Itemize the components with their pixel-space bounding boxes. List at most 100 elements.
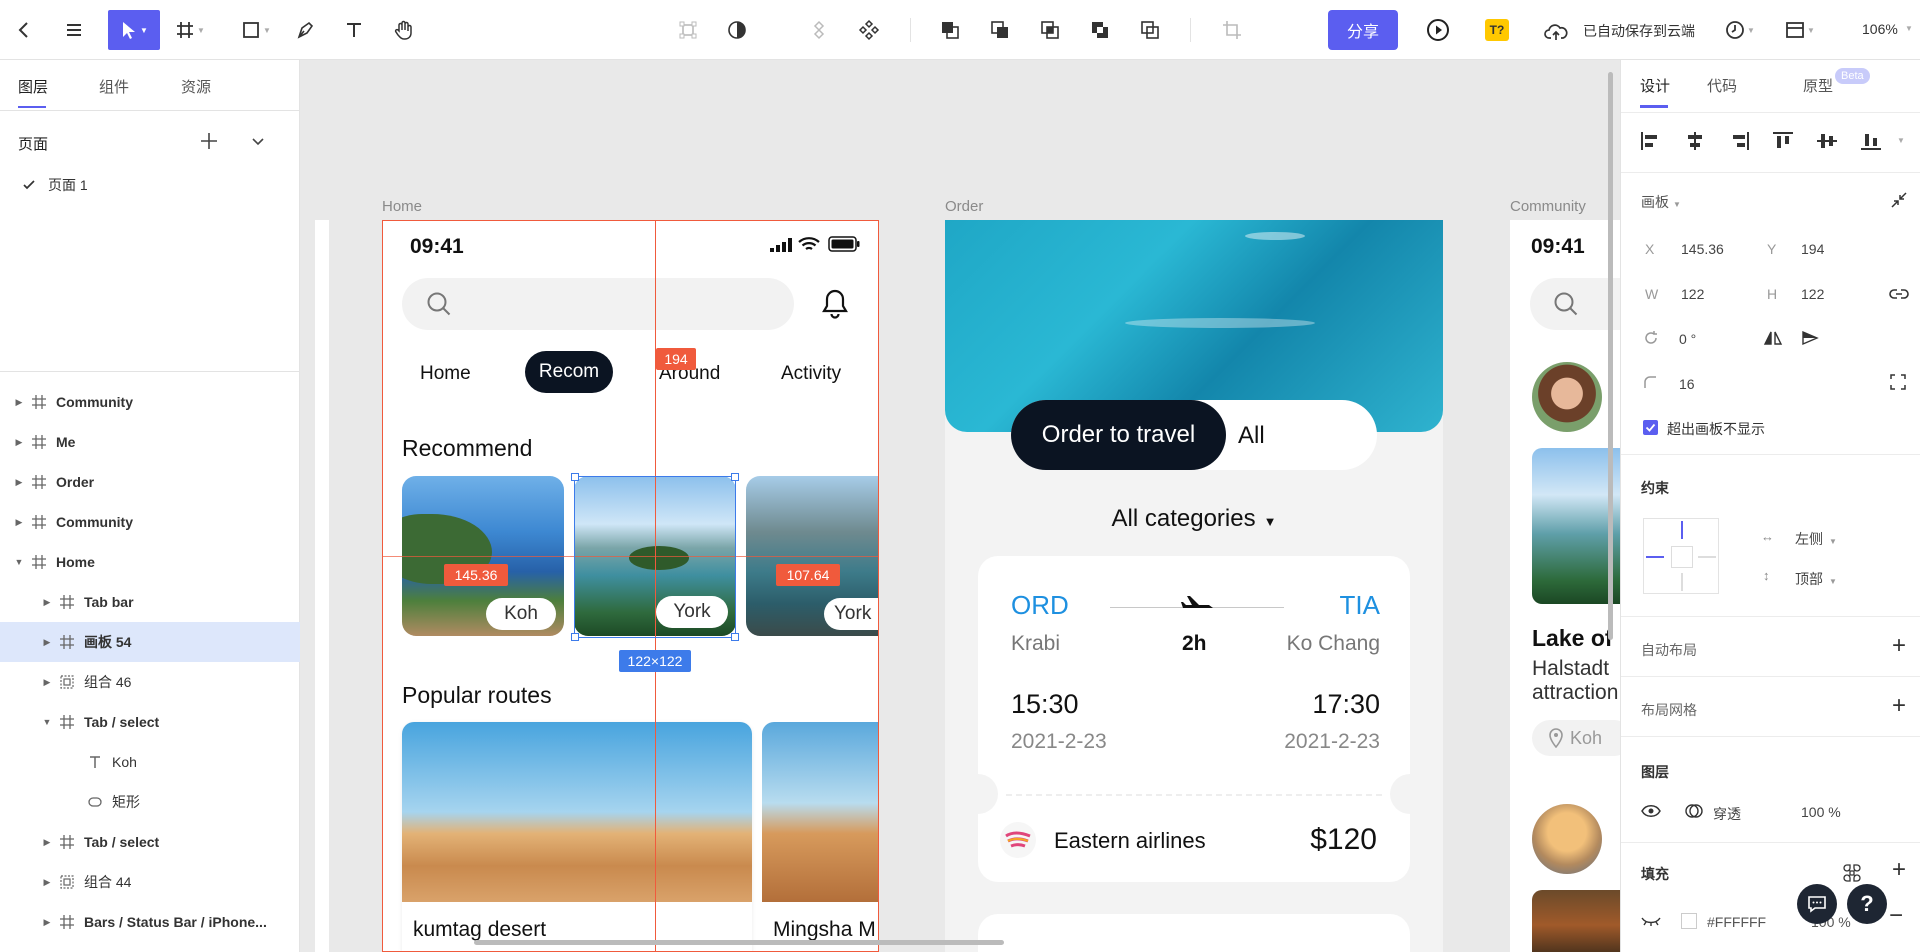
- chevron-right-icon[interactable]: ▶: [12, 517, 26, 528]
- layer-row[interactable]: ▶ Me: [0, 422, 300, 462]
- avatar[interactable]: [1532, 362, 1602, 432]
- search-icon[interactable]: [426, 291, 452, 317]
- ticket-card-next[interactable]: [978, 914, 1410, 952]
- chevron-right-icon[interactable]: ▶: [12, 397, 26, 408]
- fill-hex-input[interactable]: #FFFFFF: [1707, 914, 1766, 930]
- canvas-vertical-scrollbar[interactable]: [1608, 72, 1613, 640]
- location-tag[interactable]: Koh: [1532, 720, 1620, 756]
- chevron-right-icon[interactable]: ▶: [40, 677, 54, 688]
- order-frame[interactable]: Order to travel All All categories ▼ ORD …: [945, 220, 1443, 952]
- layer-row[interactable]: ▶ Community: [0, 502, 300, 542]
- frame-label-home[interactable]: Home: [382, 198, 422, 215]
- layout-panel-icon[interactable]: ▼: [1780, 10, 1820, 50]
- route-card[interactable]: kumtag desert: [402, 722, 752, 952]
- constraints-widget[interactable]: [1643, 518, 1719, 594]
- selected-element-box[interactable]: [571, 473, 739, 641]
- chat-support-button[interactable]: [1797, 884, 1837, 924]
- frame-label-community[interactable]: Community: [1510, 198, 1586, 215]
- independent-corners-icon[interactable]: [1890, 374, 1906, 390]
- rotation-input[interactable]: 0 °: [1679, 331, 1696, 347]
- canvas-horizontal-scrollbar[interactable]: [474, 940, 1004, 945]
- y-input[interactable]: 194: [1801, 241, 1824, 257]
- resize-handle[interactable]: [571, 633, 579, 641]
- pen-tool-button[interactable]: [285, 10, 325, 50]
- remove-fill-icon[interactable]: −: [1889, 902, 1903, 930]
- resize-handle[interactable]: [731, 473, 739, 481]
- help-question-icon[interactable]: ?: [1847, 884, 1887, 924]
- align-bottom-icon[interactable]: [1859, 130, 1883, 152]
- add-auto-layout-icon[interactable]: +: [1892, 632, 1906, 660]
- layer-row[interactable]: ▼ Home: [0, 542, 300, 582]
- missing-font-badge[interactable]: T?: [1485, 19, 1509, 41]
- align-right-icon[interactable]: [1727, 130, 1751, 152]
- exclude-icon[interactable]: [1080, 10, 1120, 50]
- ticket-card[interactable]: ORD TIA Krabi 2h Ko Chang 15:30 17:30 20…: [958, 556, 1430, 882]
- tab-activity[interactable]: Activity: [781, 363, 841, 385]
- layer-row[interactable]: ▶ Tab / select: [0, 822, 300, 862]
- horizontal-constraint-dropdown[interactable]: 左侧 ▼: [1795, 529, 1837, 549]
- chevron-right-icon[interactable]: ▶: [12, 477, 26, 488]
- tab-prototype[interactable]: 原型: [1803, 75, 1833, 96]
- visibility-eye-icon[interactable]: [1641, 804, 1661, 818]
- collapse-pages-icon[interactable]: [250, 133, 266, 149]
- constraint-left[interactable]: [1646, 556, 1664, 558]
- share-button[interactable]: 分享: [1328, 10, 1398, 50]
- resize-handle[interactable]: [731, 633, 739, 641]
- search-icon[interactable]: [1553, 291, 1579, 317]
- style-library-icon[interactable]: [1843, 864, 1861, 882]
- chevron-down-icon[interactable]: ▼: [12, 557, 26, 567]
- subtract-icon[interactable]: [980, 10, 1020, 50]
- menu-icon[interactable]: [54, 10, 94, 50]
- history-icon[interactable]: ▼: [1720, 10, 1760, 50]
- tab-design[interactable]: 设计: [1640, 75, 1670, 96]
- tab-recommend-active[interactable]: Recom: [525, 351, 613, 393]
- chevron-right-icon[interactable]: ▶: [40, 597, 54, 608]
- layer-row[interactable]: ▶ Order: [0, 462, 300, 502]
- constraint-right[interactable]: [1698, 556, 1716, 558]
- union-icon[interactable]: [930, 10, 970, 50]
- tab-code[interactable]: 代码: [1707, 75, 1737, 96]
- mask-icon[interactable]: [717, 10, 757, 50]
- chevron-right-icon[interactable]: ▶: [12, 437, 26, 448]
- layer-row[interactable]: ▶ Community: [0, 382, 300, 422]
- move-tool-button[interactable]: ▼: [108, 10, 160, 50]
- flip-horizontal-icon[interactable]: [1763, 330, 1783, 346]
- frame-selection-icon[interactable]: [668, 10, 708, 50]
- layer-row[interactable]: ▼ Tab / select: [0, 702, 300, 742]
- add-layout-grid-icon[interactable]: +: [1892, 692, 1906, 720]
- fill-color-swatch[interactable]: [1681, 913, 1697, 929]
- layer-row[interactable]: 矩形: [0, 782, 300, 822]
- layer-row[interactable]: ▶ 组合 44: [0, 862, 300, 902]
- categories-dropdown[interactable]: All categories ▼: [945, 505, 1443, 533]
- constraint-center[interactable]: [1671, 546, 1693, 568]
- chevron-right-icon[interactable]: ▶: [40, 877, 54, 888]
- constraint-bottom[interactable]: [1681, 573, 1683, 591]
- text-tool-button[interactable]: [334, 10, 374, 50]
- community-frame[interactable]: 09:41 Lake of Halstadt attraction Koh: [1510, 220, 1620, 952]
- chevron-right-icon[interactable]: ▶: [40, 837, 54, 848]
- tab-layers[interactable]: 图层: [18, 76, 48, 97]
- layer-opacity-input[interactable]: 100 %: [1801, 804, 1841, 820]
- play-prototype-icon[interactable]: [1418, 10, 1458, 50]
- align-center-horizontal-icon[interactable]: [1683, 130, 1707, 152]
- cloud-upload-icon[interactable]: [1536, 12, 1576, 52]
- hide-fill-icon[interactable]: [1641, 916, 1661, 928]
- more-align-dropdown-icon[interactable]: ▼: [1897, 136, 1905, 145]
- bell-icon[interactable]: [821, 288, 849, 320]
- chevron-right-icon[interactable]: ▶: [40, 917, 54, 928]
- create-component-icon[interactable]: [849, 10, 889, 50]
- frame-type-dropdown[interactable]: 画板 ▼: [1641, 192, 1681, 212]
- search-bar[interactable]: [402, 278, 794, 330]
- chevron-down-icon[interactable]: ▼: [40, 717, 54, 727]
- chevron-right-icon[interactable]: ▶: [40, 637, 54, 648]
- shape-tool-button[interactable]: ▼: [236, 10, 276, 50]
- tab-components[interactable]: 组件: [99, 76, 129, 97]
- align-center-vertical-icon[interactable]: [1815, 130, 1839, 152]
- component-icon[interactable]: [799, 10, 839, 50]
- layer-row[interactable]: ▶ Bars / Status Bar / iPhone...: [0, 902, 300, 942]
- flatten-icon[interactable]: [1130, 10, 1170, 50]
- height-input[interactable]: 122: [1801, 286, 1824, 302]
- frame-tool-button[interactable]: ▼: [170, 10, 210, 50]
- constrain-proportions-icon[interactable]: [1889, 287, 1909, 301]
- frame-label-order[interactable]: Order: [945, 198, 983, 215]
